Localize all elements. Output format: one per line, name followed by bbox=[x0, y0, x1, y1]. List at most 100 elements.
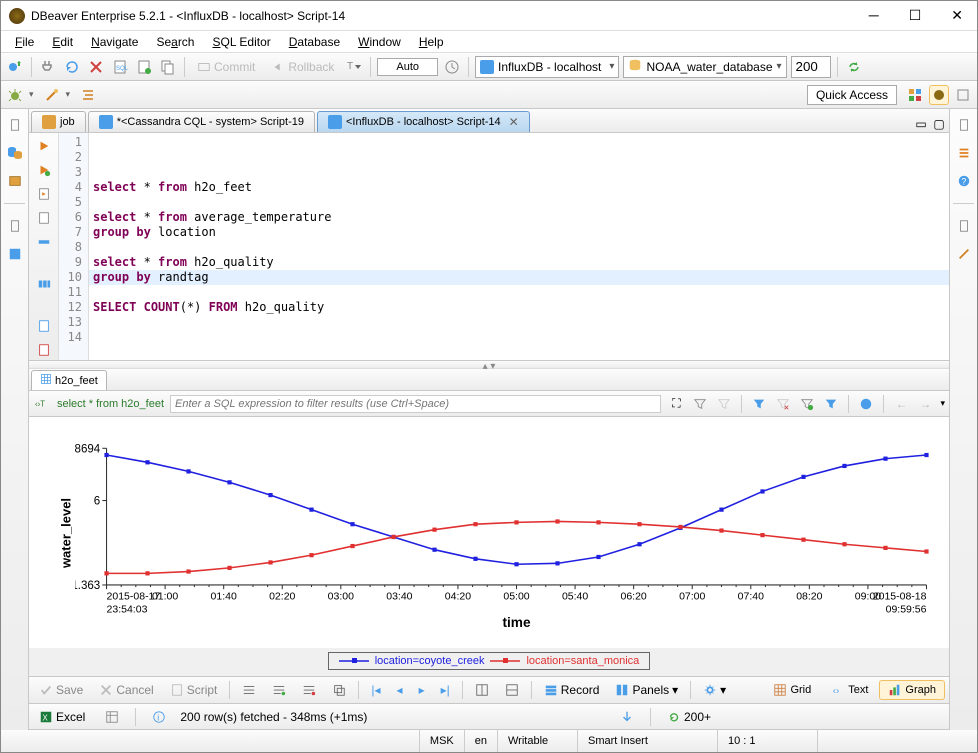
filter-apply-icon[interactable] bbox=[691, 395, 709, 413]
right-sidebar-strip: ? bbox=[949, 109, 977, 730]
commit-button[interactable]: Commit bbox=[191, 58, 261, 76]
explain-icon[interactable] bbox=[35, 233, 53, 251]
delete-row-icon[interactable] bbox=[296, 681, 322, 699]
filter-custom-icon[interactable] bbox=[750, 395, 768, 413]
projects-icon[interactable] bbox=[5, 171, 25, 191]
wand-icon[interactable] bbox=[42, 85, 62, 105]
perspective-db-icon[interactable] bbox=[905, 85, 925, 105]
maximize-button[interactable]: ☐ bbox=[903, 5, 928, 26]
status-language[interactable]: en bbox=[464, 730, 497, 752]
first-page-icon[interactable]: |◂ bbox=[365, 681, 386, 699]
minimize-view-icon[interactable] bbox=[5, 216, 25, 236]
filter-toggle-icon[interactable]: ‹›T bbox=[33, 395, 51, 413]
script-result-button[interactable]: Script bbox=[164, 681, 224, 699]
filter-history-icon[interactable] bbox=[822, 395, 840, 413]
menu-edit[interactable]: Edit bbox=[44, 33, 81, 51]
menu-sqleditor[interactable]: SQL Editor bbox=[204, 33, 278, 51]
edit-mode-icon[interactable] bbox=[236, 681, 262, 699]
filter-save-icon[interactable] bbox=[798, 395, 816, 413]
duplicate-row-icon[interactable] bbox=[326, 681, 352, 699]
row-limit-input[interactable] bbox=[791, 56, 831, 78]
catalog-selector[interactable]: NOAA_water_database ▾ bbox=[623, 56, 786, 78]
expand-icon[interactable]: ⛶ bbox=[667, 395, 685, 413]
cancel-result-button[interactable]: Cancel bbox=[93, 681, 159, 699]
view-graph-button[interactable]: Graph bbox=[879, 680, 945, 700]
settings-icon[interactable]: ▾ bbox=[697, 681, 732, 699]
menu-navigate[interactable]: Navigate bbox=[83, 33, 146, 51]
restore-right-view-icon[interactable] bbox=[954, 115, 974, 135]
fetch-all-icon[interactable] bbox=[614, 708, 640, 726]
project-explorer-icon[interactable] bbox=[5, 244, 25, 264]
minimize-button[interactable]: ─ bbox=[863, 5, 885, 26]
perspective-dbeaver-icon[interactable] bbox=[929, 85, 949, 105]
templates-icon[interactable] bbox=[954, 244, 974, 264]
tab-job[interactable]: job bbox=[31, 111, 86, 132]
view-grid-button[interactable]: Grid bbox=[764, 680, 820, 700]
menu-help[interactable]: Help bbox=[411, 33, 452, 51]
close-tab-icon[interactable]: ✕ bbox=[509, 115, 519, 129]
restore-view-icon[interactable] bbox=[5, 115, 25, 135]
auto-commit-toggle[interactable]: Auto bbox=[377, 58, 438, 76]
horizontal-splitter[interactable]: ▴ ▾ bbox=[29, 361, 949, 369]
menu-search[interactable]: Search bbox=[148, 33, 202, 51]
sql-file-icon[interactable]: SQL bbox=[110, 57, 130, 77]
perspective-other-icon[interactable] bbox=[953, 85, 973, 105]
sql-new-icon[interactable] bbox=[134, 57, 154, 77]
bug-icon[interactable] bbox=[5, 85, 25, 105]
filter-expression-input[interactable] bbox=[170, 395, 661, 413]
nav-fwd-icon[interactable]: → bbox=[916, 395, 934, 413]
minimize-editor-icon[interactable]: ▭ bbox=[913, 116, 929, 132]
indent-icon[interactable] bbox=[78, 85, 98, 105]
next-page-icon[interactable]: ▸ bbox=[413, 681, 431, 699]
datasource-selector[interactable]: InfluxDB - localhost ▾ bbox=[475, 56, 619, 78]
last-page-icon[interactable]: ▸| bbox=[435, 681, 456, 699]
help-icon[interactable]: ? bbox=[954, 171, 974, 191]
tab-influxdb-script[interactable]: <InfluxDB - localhost> Script-14✕ bbox=[317, 111, 530, 132]
reconnect-icon[interactable] bbox=[62, 57, 82, 77]
nav-back-icon[interactable]: ← bbox=[892, 395, 910, 413]
execute-new-tab-icon[interactable] bbox=[35, 161, 53, 179]
history-icon[interactable] bbox=[442, 57, 462, 77]
color-settings-icon[interactable] bbox=[857, 395, 875, 413]
export-excel-button[interactable]: XExcel bbox=[33, 708, 91, 726]
load-icon[interactable] bbox=[35, 275, 53, 293]
export-icon[interactable] bbox=[99, 708, 125, 726]
tab-cassandra-script[interactable]: *<Cassandra CQL - system> Script-19 bbox=[88, 111, 315, 132]
toggle-panel-icon[interactable] bbox=[499, 681, 525, 699]
filter-remove-icon[interactable] bbox=[774, 395, 792, 413]
add-row-icon[interactable] bbox=[266, 681, 292, 699]
rollback-button[interactable]: Rollback bbox=[265, 58, 340, 76]
explain-plan-icon[interactable] bbox=[35, 209, 53, 227]
panels-button[interactable]: Panels ▾ bbox=[609, 681, 684, 699]
status-info-icon[interactable]: i bbox=[146, 708, 172, 726]
execute-script-icon[interactable] bbox=[35, 185, 53, 203]
link-icon[interactable] bbox=[35, 317, 53, 335]
toggle-layout-icon[interactable] bbox=[469, 681, 495, 699]
menu-file[interactable]: File bbox=[7, 33, 42, 51]
transaction-dropdown-icon[interactable]: T bbox=[344, 57, 364, 77]
quick-access-input[interactable]: Quick Access bbox=[807, 85, 897, 105]
record-button[interactable]: Record bbox=[538, 681, 606, 699]
restore-right-view-2-icon[interactable] bbox=[954, 216, 974, 236]
maximize-editor-icon[interactable]: ▢ bbox=[931, 116, 947, 132]
filter-reset-icon[interactable] bbox=[715, 395, 733, 413]
code-textarea[interactable]: select * from h2o_feet select * from ave… bbox=[89, 133, 949, 360]
view-text-button[interactable]: ‹›Text bbox=[822, 680, 877, 700]
save-result-button[interactable]: Save bbox=[33, 681, 89, 699]
close-button[interactable]: ✕ bbox=[945, 5, 969, 26]
new-connection-icon[interactable] bbox=[5, 57, 25, 77]
menu-database[interactable]: Database bbox=[281, 33, 348, 51]
database-navigator-icon[interactable] bbox=[5, 143, 25, 163]
outline-icon[interactable] bbox=[954, 143, 974, 163]
menu-window[interactable]: Window bbox=[350, 33, 409, 51]
status-timezone[interactable]: MSK bbox=[419, 730, 464, 752]
sync-icon[interactable] bbox=[844, 57, 864, 77]
execute-icon[interactable] bbox=[35, 137, 53, 155]
prev-page-icon[interactable]: ◂ bbox=[391, 681, 409, 699]
result-tab-h2o-feet[interactable]: h2o_feet bbox=[31, 370, 107, 390]
sql-history-icon[interactable] bbox=[158, 57, 178, 77]
save-icon[interactable] bbox=[35, 341, 53, 359]
refresh-button[interactable]: 200+ bbox=[661, 708, 717, 726]
plug-icon[interactable] bbox=[38, 57, 58, 77]
disconnect-icon[interactable] bbox=[86, 57, 106, 77]
